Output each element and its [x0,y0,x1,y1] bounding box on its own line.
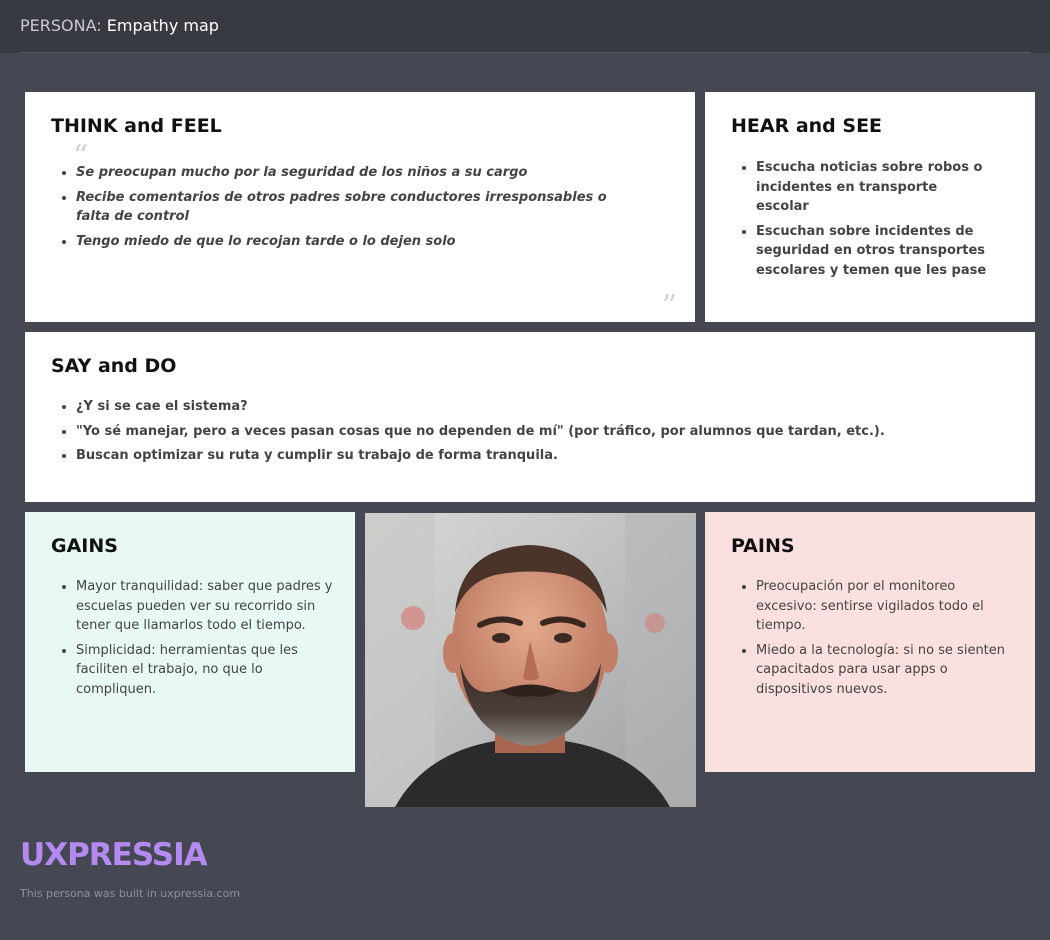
page-title-prefix: PERSONA: [20,16,102,35]
photo-ear-left [443,633,463,673]
photo-light-right [645,613,665,633]
list-item: Se preocupan mucho por la seguridad de l… [76,163,639,183]
photo-eye-left [492,633,510,643]
pains-title: PAINS [731,535,795,557]
hear-see-card[interactable]: HEAR and SEE Escucha noticias sobre robo… [705,92,1035,322]
gains-title: GAINS [51,535,118,557]
close-quote-icon: ” [661,289,677,322]
list-item: Miedo a la tecnología: si no se sienten … [756,641,1013,700]
top-bar: PERSONA: Empathy map [0,0,1050,53]
pains-card[interactable]: PAINS Preocupación por el monitoreo exce… [705,512,1035,772]
page-title-text: Empathy map [106,16,219,35]
say-do-card[interactable]: SAY and DO ¿Y si se cae el sistema? "Yo … [25,332,1035,502]
think-feel-list: Se preocupan mucho por la seguridad de l… [76,163,639,256]
list-item: Escuchan sobre incidentes de seguridad e… [756,222,989,281]
think-feel-card[interactable]: THINK and FEEL “ Se preocupan mucho por … [25,92,695,322]
think-feel-title: THINK and FEEL [51,115,222,137]
list-item: Buscan optimizar su ruta y cumplir su tr… [76,446,995,466]
list-item: Mayor tranquilidad: saber que padres y e… [76,577,333,636]
say-do-list: ¿Y si se cae el sistema? "Yo sé manejar,… [76,397,995,471]
photo-ear-right [598,633,618,673]
list-item: ¿Y si se cae el sistema? [76,397,995,417]
photo-building-right [625,513,696,807]
header-divider [20,52,1030,53]
list-item: Escucha noticias sobre robos o incidente… [756,158,989,217]
photo-building-left [365,513,435,807]
gains-list: Mayor tranquilidad: saber que padres y e… [76,577,333,704]
list-item: Tengo miedo de que lo recojan tarde o lo… [76,232,639,252]
hear-see-list: Escucha noticias sobre robos o incidente… [756,158,989,285]
gains-card[interactable]: GAINS Mayor tranquilidad: saber que padr… [25,512,355,772]
page-title: PERSONA: Empathy map [20,16,219,35]
uxpressia-logo[interactable]: UXPRESSIA [20,840,208,871]
list-item: Simplicidad: herramientas que les facili… [76,641,333,700]
footer-note: This persona was built in uxpressia.com [20,887,241,900]
pains-list: Preocupación por el monitoreo excesivo: … [756,577,1013,704]
list-item: "Yo sé manejar, pero a veces pasan cosas… [76,422,995,442]
persona-photo [365,513,696,807]
photo-light-left [401,606,425,630]
say-do-title: SAY and DO [51,355,177,377]
list-item: Recibe comentarios de otros padres sobre… [76,188,639,227]
list-item: Preocupación por el monitoreo excesivo: … [756,577,1013,636]
photo-eye-right [554,633,572,643]
hear-see-title: HEAR and SEE [731,115,883,137]
